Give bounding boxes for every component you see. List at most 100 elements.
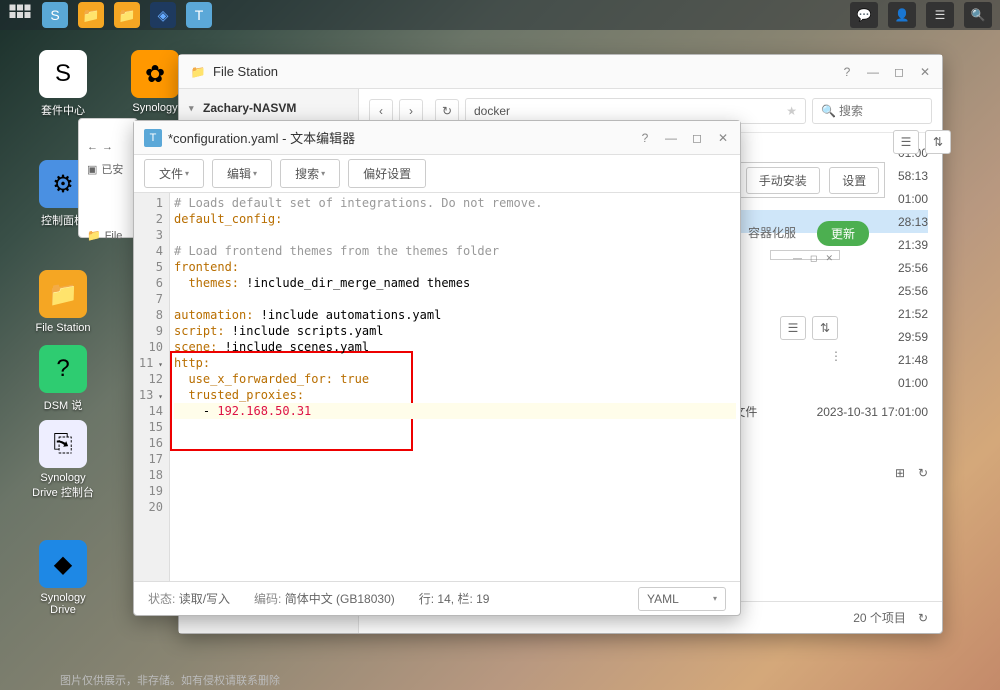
- maximize-icon[interactable]: ◻: [810, 253, 817, 257]
- manual-install-button[interactable]: 手动安装: [746, 167, 820, 194]
- refresh-button[interactable]: ↻: [435, 99, 459, 123]
- top-bar-left: S 📁 📁 ◈ T: [8, 2, 212, 28]
- search-input[interactable]: [839, 104, 929, 118]
- desktop-icon[interactable]: ?DSM 说: [28, 345, 98, 413]
- chat-icon[interactable]: 💬: [850, 2, 878, 28]
- code-line[interactable]: [174, 227, 736, 243]
- code-line[interactable]: [174, 499, 736, 515]
- code-line[interactable]: use_x_forwarded_for: true: [174, 371, 736, 387]
- close-icon[interactable]: ✕: [918, 65, 932, 79]
- sort-icon[interactable]: ⇅: [925, 130, 951, 154]
- help-icon[interactable]: ?: [840, 65, 854, 79]
- taskbar-folder-icon[interactable]: 📁: [78, 2, 104, 28]
- code-line[interactable]: themes: !include_dir_merge_named themes: [174, 275, 736, 291]
- line-number: 8: [134, 307, 163, 323]
- more-icon[interactable]: ⋮: [830, 349, 842, 363]
- desktop-icon[interactable]: ◆ Synology Drive: [28, 540, 98, 616]
- code-line[interactable]: [174, 467, 736, 483]
- minimize-icon[interactable]: —: [866, 65, 880, 79]
- desktop-icon[interactable]: ⎘Synology Drive 控制台: [28, 420, 98, 500]
- taskbar-cube-icon[interactable]: ◈: [150, 2, 176, 28]
- app-icon: ?: [39, 345, 87, 393]
- settings-button[interactable]: 设置: [829, 167, 879, 194]
- edit-menu-button[interactable]: 编辑▾: [212, 159, 272, 188]
- code-line[interactable]: default_config:: [174, 211, 736, 227]
- sort-icon[interactable]: ⇅: [812, 316, 838, 340]
- code-line[interactable]: http:: [174, 355, 736, 371]
- line-number: 7: [134, 291, 163, 307]
- desktop-icon[interactable]: 📁File Station: [28, 270, 98, 334]
- code-line[interactable]: [174, 435, 736, 451]
- code-line[interactable]: trusted_proxies:: [174, 387, 736, 403]
- desktop-icon[interactable]: S套件中心: [28, 50, 98, 118]
- app-label: Synology Drive 控制台: [28, 472, 98, 500]
- code-line[interactable]: # Loads default set of integrations. Do …: [174, 195, 736, 211]
- app-icon: ◆: [39, 540, 87, 588]
- line-number: 19: [134, 483, 163, 499]
- code-line[interactable]: [174, 451, 736, 467]
- line-number: 16: [134, 435, 163, 451]
- code-line[interactable]: automation: !include automations.yaml: [174, 307, 736, 323]
- fs-search[interactable]: 🔍: [812, 98, 932, 124]
- line-number: 20: [134, 499, 163, 515]
- refresh-icon[interactable]: ↻: [918, 611, 928, 625]
- peek-item[interactable]: 📁 File: [79, 225, 137, 246]
- taskbar-texteditor-icon[interactable]: T: [186, 2, 212, 28]
- help-icon[interactable]: ?: [638, 131, 652, 145]
- apps-grid-icon[interactable]: [8, 3, 32, 27]
- line-number: 14: [134, 403, 163, 419]
- container-service-label: 容器化服: [748, 224, 796, 241]
- taskbar-app-icon[interactable]: S: [42, 2, 68, 28]
- nav-forward-button[interactable]: ›: [399, 99, 423, 123]
- close-icon[interactable]: ✕: [825, 253, 833, 257]
- peek-item[interactable]: ▣ 已安: [79, 157, 137, 181]
- user-icon[interactable]: 👤: [888, 2, 916, 28]
- code-line[interactable]: [174, 291, 736, 307]
- fs-tree-root[interactable]: ▾Zachary-NASVM: [179, 97, 358, 119]
- nav-back-button[interactable]: ‹: [369, 99, 393, 123]
- language-select[interactable]: YAML ▾: [638, 587, 726, 611]
- list-icon[interactable]: ☰: [893, 130, 919, 154]
- maximize-icon[interactable]: ◻: [892, 65, 906, 79]
- line-number: 9: [134, 323, 163, 339]
- window-title: *configuration.yaml - 文本编辑器: [168, 128, 638, 147]
- close-icon[interactable]: ✕: [716, 131, 730, 145]
- code-line[interactable]: - 192.168.50.31: [174, 403, 736, 419]
- code-line[interactable]: # Load frontend themes from the themes f…: [174, 243, 736, 259]
- code-line[interactable]: script: !include scripts.yaml: [174, 323, 736, 339]
- minimize-icon[interactable]: —: [664, 131, 678, 145]
- code-line[interactable]: scene: !include scenes.yaml: [174, 339, 736, 355]
- window-header: 📁 File Station ? — ◻ ✕: [179, 55, 942, 89]
- gutter: 1234567891011 ▾1213 ▾14151617181920: [134, 193, 170, 581]
- code-line[interactable]: [174, 483, 736, 499]
- refresh-icon[interactable]: ↻: [918, 466, 938, 486]
- line-number: 15: [134, 419, 163, 435]
- peek-item[interactable]: ←→: [79, 137, 137, 157]
- search-menu-button[interactable]: 搜索▾: [280, 159, 340, 188]
- prefs-menu-button[interactable]: 偏好设置: [348, 159, 426, 188]
- list-view-icon[interactable]: ☰: [780, 316, 806, 340]
- text-editor-window: T *configuration.yaml - 文本编辑器 ? — ◻ ✕ 文件…: [133, 120, 741, 616]
- taskbar-folder-icon[interactable]: 📁: [114, 2, 140, 28]
- app-label: Synology Drive: [28, 592, 98, 616]
- sort-bar: ☰ ⇅: [893, 130, 951, 154]
- code-line[interactable]: frontend:: [174, 259, 736, 275]
- minimize-icon[interactable]: —: [793, 253, 802, 257]
- update-button[interactable]: 更新: [817, 221, 869, 246]
- code-editor[interactable]: 1234567891011 ▾1213 ▾14151617181920 # Lo…: [134, 193, 740, 581]
- code-area[interactable]: # Loads default set of integrations. Do …: [170, 193, 740, 581]
- maximize-icon[interactable]: ◻: [690, 131, 704, 145]
- item-count: 20 个项目: [853, 609, 906, 626]
- line-number: 6: [134, 275, 163, 291]
- news-icon[interactable]: ☰: [926, 2, 954, 28]
- file-menu-button[interactable]: 文件▾: [144, 159, 204, 188]
- line-number: 17: [134, 451, 163, 467]
- status-bar: 状态: 读取/写入 编码: 简体中文 (GB18030) 行: 14, 栏: 1…: [134, 581, 740, 615]
- app-label: 套件中心: [28, 102, 98, 118]
- search-icon[interactable]: 🔍: [964, 2, 992, 28]
- code-line[interactable]: [174, 419, 736, 435]
- line-number: 13 ▾: [134, 387, 163, 403]
- grid-icon[interactable]: ⊞: [895, 466, 905, 480]
- line-number: 5: [134, 259, 163, 275]
- app-label: File Station: [28, 322, 98, 334]
